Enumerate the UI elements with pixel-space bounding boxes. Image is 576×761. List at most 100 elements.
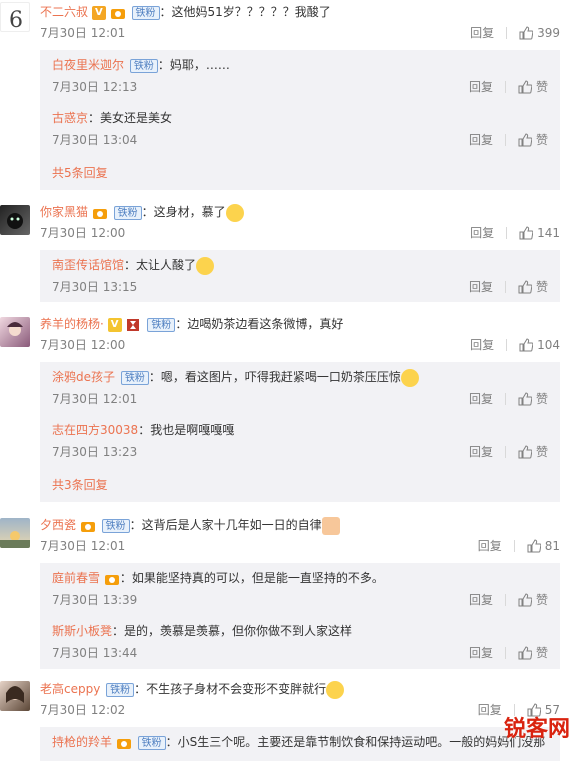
reply-timestamp: 7月30日 13:04 bbox=[52, 133, 138, 147]
reply-button[interactable]: 回复 bbox=[469, 444, 493, 460]
more-replies-link[interactable]: 共5条回复 bbox=[52, 165, 108, 181]
thumb-up-icon bbox=[518, 392, 532, 406]
reply-timestamp: 7月30日 13:23 bbox=[52, 445, 138, 459]
reply-line: 古惑京：美女还是美女 bbox=[52, 109, 172, 127]
avatar[interactable] bbox=[0, 518, 30, 548]
reply-actions: 回复 赞 bbox=[469, 645, 548, 661]
crown-icon bbox=[110, 6, 126, 20]
like-button[interactable]: 赞 bbox=[518, 79, 548, 95]
more-replies-link[interactable]: 共3条回复 bbox=[52, 477, 108, 493]
like-button[interactable]: 赞 bbox=[518, 645, 548, 661]
like-button[interactable]: 赞 bbox=[518, 444, 548, 460]
fan-badge: 铁粉 bbox=[101, 518, 130, 533]
comment-text: ：这身材，慕了 bbox=[141, 205, 226, 219]
reply-button[interactable]: 回复 bbox=[469, 592, 493, 608]
reply-list: 南歪传话馆馆：太让人酸了 7月30日 13:15 回复 赞 bbox=[40, 250, 560, 302]
divider bbox=[506, 27, 508, 39]
divider bbox=[504, 446, 506, 458]
reply-username[interactable]: 涂鸦de孩子 bbox=[52, 370, 115, 384]
like-count: 399 bbox=[537, 26, 560, 40]
thumbs-up-emoji-icon bbox=[321, 516, 340, 535]
thumb-up-icon bbox=[519, 26, 534, 40]
like-label: 赞 bbox=[535, 280, 548, 294]
verified-icon: V bbox=[91, 5, 106, 20]
like-button[interactable]: 81 bbox=[527, 538, 560, 554]
fan-badge: 铁粉 bbox=[137, 735, 166, 750]
divider bbox=[504, 281, 506, 293]
reply-timestamp: 7月30日 13:44 bbox=[52, 646, 138, 660]
like-button[interactable]: 399 bbox=[519, 25, 560, 41]
reply-line: 庭前春雪 ：如果能坚持真的可以，但是能一直坚持的不多。 bbox=[52, 569, 384, 587]
like-button[interactable]: 赞 bbox=[518, 132, 548, 148]
comment-line: 你家黑猫 铁粉 ：这身材，慕了 bbox=[40, 203, 244, 222]
thumb-up-icon bbox=[518, 646, 532, 660]
avatar[interactable]: 6 bbox=[0, 2, 30, 32]
reply-button[interactable]: 回复 bbox=[478, 538, 502, 554]
reply-username[interactable]: 庭前春雪 bbox=[52, 571, 100, 585]
reply-button[interactable]: 回复 bbox=[469, 645, 493, 661]
timestamp: 7月30日 12:00 bbox=[40, 338, 126, 352]
reply-text: ：我也是啊嘎嘎嘎 bbox=[138, 423, 235, 437]
avatar[interactable] bbox=[0, 317, 30, 347]
divider bbox=[504, 134, 506, 146]
laugh-emoji-icon bbox=[400, 368, 419, 387]
reply-text: ：妈耶，…… bbox=[157, 58, 230, 72]
smile-emoji-icon bbox=[225, 203, 244, 222]
reply-actions: 回复 赞 bbox=[469, 444, 548, 460]
reply-button[interactable]: 回复 bbox=[469, 391, 493, 407]
like-label: 赞 bbox=[535, 646, 548, 660]
divider bbox=[513, 540, 515, 552]
fan-badge: 铁粉 bbox=[106, 682, 135, 697]
reply-list: 庭前春雪 ：如果能坚持真的可以，但是能一直坚持的不多。 7月30日 13:39 … bbox=[40, 563, 560, 669]
like-button[interactable]: 141 bbox=[519, 225, 560, 241]
reply-line: 涂鸦de孩子 铁粉 ：嗯，看这图片，吓得我赶紧喝一口奶茶压压惊 bbox=[52, 368, 419, 387]
reply-button[interactable]: 回复 bbox=[470, 25, 494, 41]
reply-username[interactable]: 古惑京 bbox=[52, 111, 88, 125]
reply-button[interactable]: 回复 bbox=[470, 337, 494, 353]
comment-text: ：这他妈51岁？？？？？我酸了 bbox=[159, 5, 331, 19]
reply-button[interactable]: 回复 bbox=[469, 132, 493, 148]
thumb-up-icon bbox=[527, 539, 541, 553]
reply-text: ：美女还是美女 bbox=[88, 111, 173, 125]
thumb-up-icon bbox=[519, 226, 534, 240]
avatar[interactable] bbox=[0, 205, 30, 235]
reply-username[interactable]: 斯斯小板凳 bbox=[52, 624, 112, 638]
crown-icon bbox=[104, 572, 120, 586]
like-label: 赞 bbox=[535, 133, 548, 147]
comment-text: ：不生孩子身材不会变形不变胖就行 bbox=[134, 682, 327, 696]
comment-text: ：边喝奶茶边看这条微博，真好 bbox=[175, 317, 344, 331]
comment-actions: 回复 104 bbox=[470, 337, 560, 353]
reply-username[interactable]: 南歪传话馆馆 bbox=[52, 258, 124, 272]
comment-line: 夕西瓷 铁粉 ：这背后是人家十几年如一日的自律 bbox=[40, 516, 340, 535]
fan-badge: 铁粉 bbox=[120, 370, 149, 385]
reply-line: 斯斯小板凳：是的，羡慕是羡慕，但你你做不到人家这样 bbox=[52, 622, 352, 640]
reply-text: ：是的，羡慕是羡慕，但你你做不到人家这样 bbox=[112, 624, 353, 638]
like-button[interactable]: 赞 bbox=[518, 279, 548, 295]
like-button[interactable]: 赞 bbox=[518, 592, 548, 608]
username-link[interactable]: 养羊的杨杨· bbox=[40, 317, 104, 331]
comment-actions: 回复 81 bbox=[478, 538, 560, 554]
avatar[interactable] bbox=[0, 681, 30, 711]
username-link[interactable]: 老高ceppy bbox=[40, 682, 100, 696]
reply-button[interactable]: 回复 bbox=[469, 79, 493, 95]
reply-button[interactable]: 回复 bbox=[469, 279, 493, 295]
divider bbox=[506, 339, 508, 351]
username-link[interactable]: 不二六叔 bbox=[40, 5, 88, 19]
thumb-up-icon bbox=[518, 593, 532, 607]
username-link[interactable]: 夕西瓷 bbox=[40, 518, 76, 532]
hourglass-icon bbox=[125, 318, 141, 332]
username-link[interactable]: 你家黑猫 bbox=[40, 205, 88, 219]
laugh-emoji-icon bbox=[196, 256, 215, 275]
reply-username[interactable]: 志在四方30038 bbox=[52, 423, 138, 437]
crown-icon bbox=[80, 519, 96, 533]
like-button[interactable]: 104 bbox=[519, 337, 560, 353]
reply-button[interactable]: 回复 bbox=[470, 225, 494, 241]
comment-actions: 回复 399 bbox=[470, 25, 560, 41]
reply-line: 南歪传话馆馆：太让人酸了 bbox=[52, 256, 215, 275]
sweat-emoji-icon bbox=[326, 680, 345, 699]
reply-username[interactable]: 持枪的羚羊 bbox=[52, 735, 112, 749]
reply-actions: 回复 赞 bbox=[469, 132, 548, 148]
reply-username[interactable]: 白夜里米迦尔 bbox=[52, 58, 124, 72]
reply-button[interactable]: 回复 bbox=[478, 702, 502, 718]
like-button[interactable]: 赞 bbox=[518, 391, 548, 407]
